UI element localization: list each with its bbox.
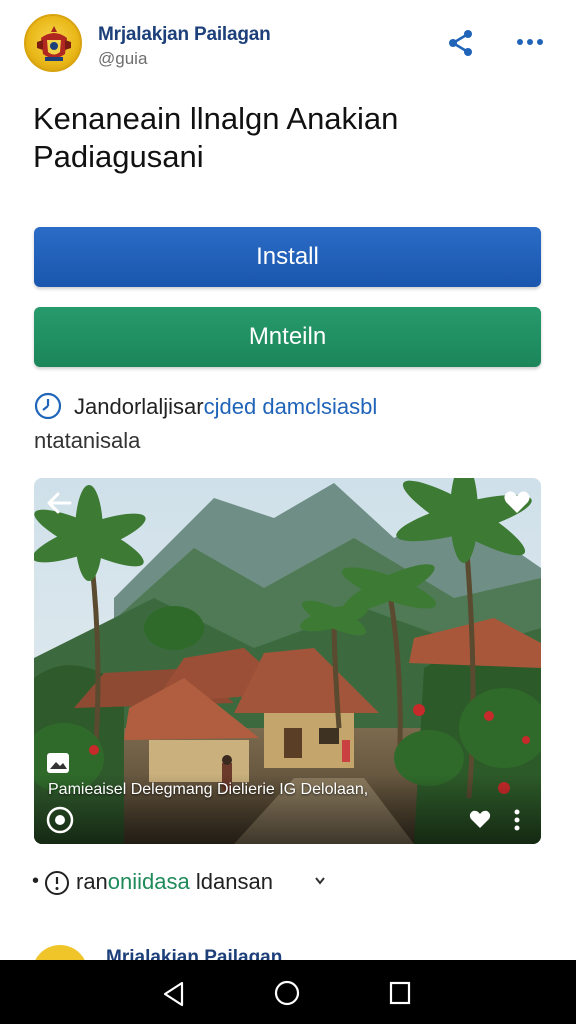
system-nav-bar — [0, 960, 576, 1024]
info-circle-icon — [45, 871, 69, 895]
info-link[interactable]: cjded damclsiasbl — [204, 394, 378, 419]
info-text: Jandorlaljisarcjded damclsiasbl — [74, 394, 377, 420]
meta-text[interactable]: ranoniidasa ldansan — [76, 869, 273, 895]
page-title: Kenaneain llnalgn Anakian Padiagusani — [33, 101, 399, 174]
media-caption: Pamieaisel Delegmang Dielierie IG Delola… — [48, 781, 369, 798]
nav-recents-icon[interactable] — [388, 980, 412, 1006]
heart-icon[interactable] — [503, 488, 531, 516]
more-horizontal-icon[interactable] — [514, 30, 546, 54]
image-icon — [47, 753, 69, 773]
meta-highlight: oniidasa — [107, 869, 190, 894]
heart-small-icon[interactable] — [468, 808, 492, 830]
meta-prefix: ran — [76, 869, 108, 894]
app-handle: @guia — [98, 49, 148, 68]
crest-emblem-icon — [32, 945, 88, 961]
meta-row: • ranoniidasa ldansan — [32, 866, 352, 898]
info-subtext: ntatanisala — [34, 428, 141, 453]
next-feed-item[interactable]: Mrjalakjan Pailagan — [0, 935, 576, 961]
more-vertical-icon[interactable] — [512, 808, 522, 832]
info-plain: Jandorlaljisar — [74, 394, 204, 419]
nav-home-icon[interactable] — [272, 978, 302, 1008]
nav-back-icon[interactable] — [160, 980, 188, 1008]
arrow-left-icon[interactable] — [44, 488, 74, 518]
next-item-app-name: Mrjalakjan Pailagan — [106, 947, 283, 961]
clock-icon — [34, 392, 62, 420]
media-card[interactable]: Pamieaisel Delegmang Dielierie IG Delola… — [34, 478, 541, 844]
meta-suffix: ldansan — [189, 869, 273, 894]
maintain-button[interactable]: Mnteiln — [34, 307, 541, 367]
chevron-down-icon[interactable] — [314, 876, 326, 886]
meta-bullet: • — [32, 870, 40, 892]
app-name[interactable]: Mrjalakjan Pailagan — [98, 24, 271, 46]
install-button[interactable]: Install — [34, 227, 541, 287]
play-circle-icon[interactable] — [46, 806, 74, 834]
app-header: Mrjalakjan Pailagan @guia — [0, 0, 576, 90]
share-icon[interactable] — [446, 28, 476, 58]
info-row: Jandorlaljisarcjded damclsiasbl — [34, 390, 554, 422]
crest-emblem-icon — [24, 14, 82, 72]
